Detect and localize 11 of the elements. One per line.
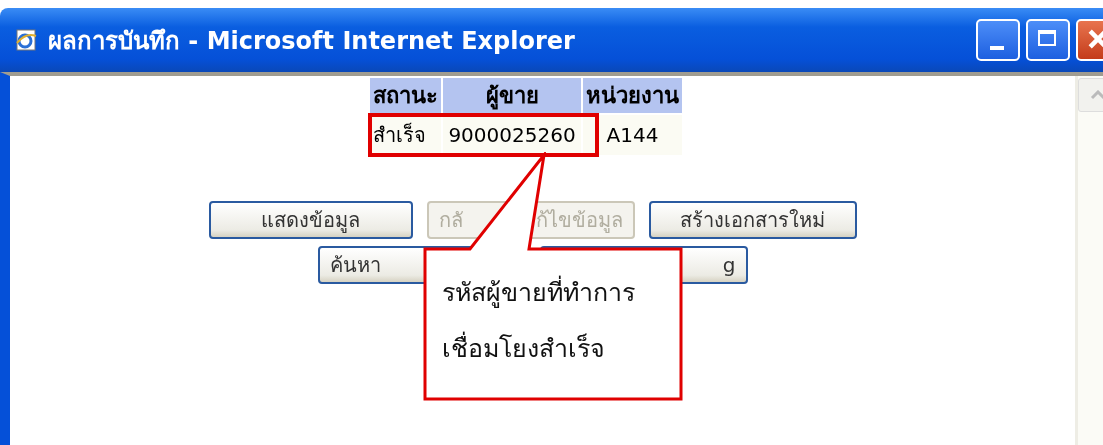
maximize-button[interactable] — [1026, 19, 1070, 61]
action-button[interactable]: แสดงข้อมูล — [208, 201, 413, 239]
window-title: ผลการบันทึก - Microsoft Internet Explorer — [48, 25, 576, 57]
action-button[interactable]: สร้างเอกสารใหม่ — [648, 201, 857, 239]
minimize-button[interactable] — [976, 19, 1020, 61]
browser-icon — [14, 28, 38, 52]
column-header: ผู้ขาย — [443, 78, 581, 113]
column-header: สถานะ — [370, 78, 441, 113]
column-header: หน่วยงาน — [583, 78, 682, 113]
table-cell: 9000025260 — [443, 115, 581, 155]
table-cell: A144 — [583, 115, 682, 155]
